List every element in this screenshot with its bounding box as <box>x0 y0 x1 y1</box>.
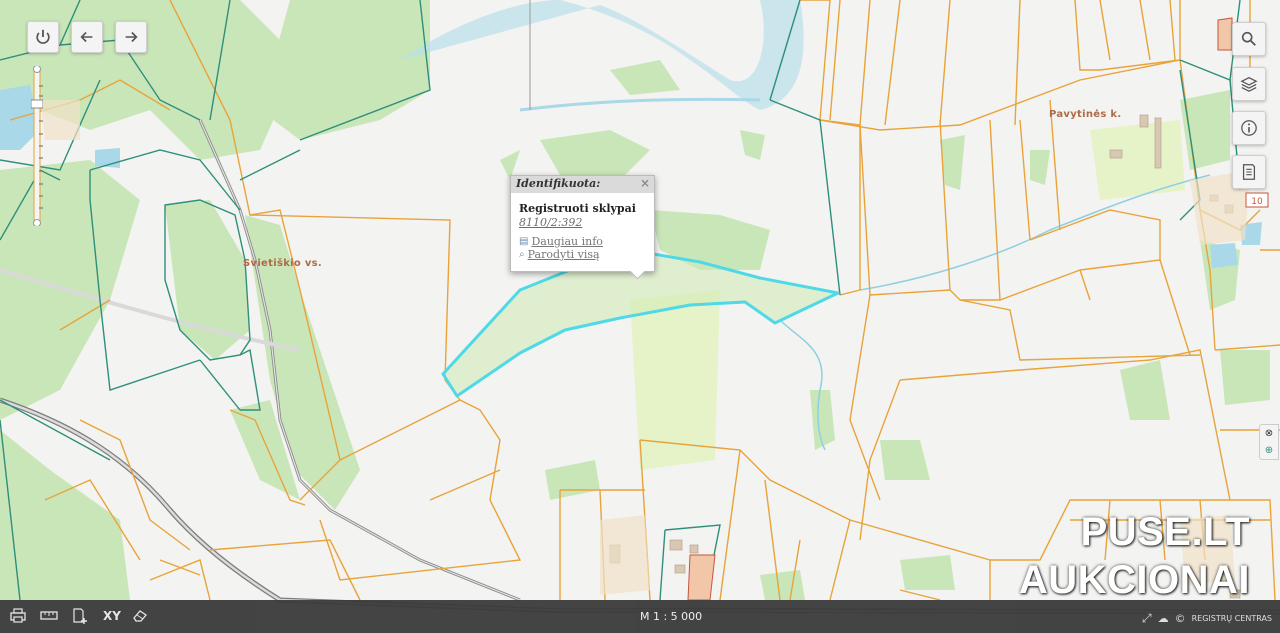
map-scale: M 1 : 5 000 <box>640 610 703 623</box>
search-button[interactable] <box>1232 22 1266 56</box>
arrow-right-icon <box>125 31 138 43</box>
document-small-icon: ▤ <box>519 236 529 247</box>
hatched-area-ne <box>1217 17 1233 51</box>
cloud-icon: ☁ <box>1157 612 1169 625</box>
power-icon <box>36 29 50 44</box>
credit-area: ⤢ ☁ © REGISTRŲ CENTRAS <box>1142 611 1272 626</box>
measure-tool[interactable] <box>40 608 58 627</box>
eraser-tool[interactable] <box>132 608 148 627</box>
popup-header: Identifikuota: × <box>511 176 654 193</box>
popup-layer-title: Registruoti sklypai <box>519 202 636 215</box>
search-icon <box>1241 31 1256 46</box>
credit-text: REGISTRŲ CENTRAS <box>1191 614 1272 623</box>
layers-button[interactable] <box>1232 67 1266 101</box>
side-panel-toggle[interactable]: ⊗ ⊕ <box>1259 424 1279 460</box>
power-button[interactable] <box>27 21 59 53</box>
watermark-line1: PUSE.LT <box>1080 510 1250 554</box>
forward-button[interactable] <box>115 21 147 53</box>
popup-close-button[interactable]: × <box>640 176 650 190</box>
more-info-link[interactable]: ▤ Daugiau info <box>511 229 654 248</box>
add-document-icon <box>73 608 87 624</box>
show-all-link[interactable]: ⌕ Parodyti visą <box>511 248 654 261</box>
back-button[interactable] <box>71 21 103 53</box>
print-tool[interactable] <box>10 608 26 627</box>
copyright-icon: © <box>1174 612 1186 625</box>
magnifier-small-icon: ⌕ <box>519 249 525 260</box>
parcel-id-link[interactable]: 8110/2:392 <box>511 215 654 229</box>
place-label-pavytines: Pavytinės k. <box>1049 109 1122 120</box>
watermark-line2: AUKCIONAI <box>1018 558 1250 602</box>
add-document-tool[interactable] <box>72 608 88 628</box>
printer-icon <box>10 608 26 623</box>
info-button[interactable] <box>1232 111 1266 145</box>
road-number-text: 10 <box>1251 197 1263 207</box>
legend-button[interactable] <box>1232 155 1266 189</box>
layers-icon <box>1240 76 1258 92</box>
arrow-left-icon <box>80 31 93 43</box>
fullscreen-icon[interactable]: ⤢ <box>1142 611 1152 626</box>
close-circle-icon: ⊗ <box>1264 428 1274 439</box>
popup-header-text: Identifikuota: <box>516 177 601 190</box>
eraser-icon <box>133 610 147 622</box>
coordinates-tool[interactable]: XY <box>103 609 121 623</box>
road-number-badge: 10 <box>1245 192 1269 208</box>
document-icon <box>1242 164 1256 180</box>
expand-circle-icon: ⊕ <box>1264 445 1274 456</box>
more-info-label: Daugiau info <box>531 235 603 248</box>
identify-popup: Identifikuota: × Registruoti sklypai 811… <box>510 175 655 280</box>
show-all-label: Parodyti visą <box>527 248 600 261</box>
ruler-icon <box>40 611 58 620</box>
watermark: PUSE.LT AUKCIONAI <box>1019 508 1250 604</box>
place-label-svietiskio: Svietiškio vs. <box>243 258 322 269</box>
zoom-slider[interactable] <box>31 66 43 226</box>
info-icon <box>1241 120 1257 136</box>
hatched-area <box>687 554 716 601</box>
zoom-handle <box>31 99 43 109</box>
bottom-toolbar: XY M 1 : 5 000 ⤢ ☁ © REGISTRŲ CENTRAS <box>0 600 1280 633</box>
